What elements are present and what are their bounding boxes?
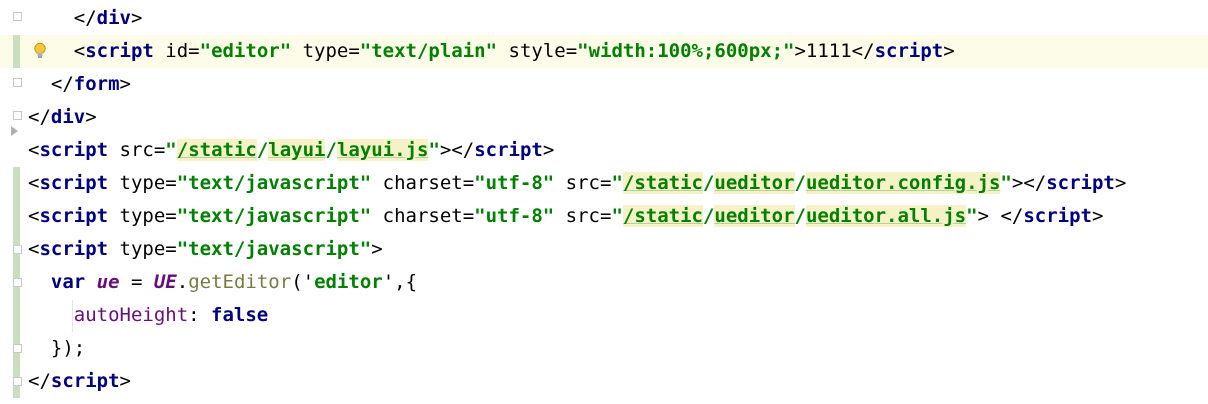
code-line-4[interactable]: </div> (0, 101, 1208, 134)
code-line-4-text: </div> (28, 106, 97, 128)
code-editor[interactable]: </div> <script id="editor" type="text/pl… (0, 0, 1208, 404)
code-line-7-text: <script type="text/javascript" charset="… (28, 205, 1104, 227)
fold-marker-icon[interactable] (13, 278, 22, 287)
code-line-10[interactable]: autoHeight: false (0, 299, 1208, 332)
code-line-9-text: var ue = UE.getEditor('editor',{ (50, 271, 418, 293)
code-line-1[interactable]: </div> (0, 2, 1208, 35)
fold-marker-icon[interactable] (13, 78, 22, 87)
code-line-2-current[interactable]: <script id="editor" type="text/plain" st… (0, 35, 1208, 68)
code-line-1-text: </div> (73, 7, 143, 29)
editor-gutter (0, 0, 24, 404)
code-line-8[interactable]: <script type="text/javascript"> (0, 233, 1208, 266)
indent-guide (72, 300, 73, 332)
fold-marker-icon[interactable] (13, 111, 22, 120)
change-marker (13, 233, 20, 398)
fold-marker-icon[interactable] (13, 12, 22, 21)
code-line-5-text: <script src="/static/layui/layui.js"></s… (28, 139, 555, 161)
code-line-12-text: </script> (28, 370, 131, 392)
code-line-2-text: <script id="editor" type="text/plain" st… (73, 40, 955, 62)
code-line-3-text: </form> (50, 73, 131, 95)
fold-marker-icon[interactable] (13, 245, 22, 254)
code-line-5[interactable]: <script src="/static/layui/layui.js"></s… (0, 134, 1208, 167)
fold-arrow-icon[interactable] (11, 126, 18, 136)
code-line-6-text: <script type="text/javascript" charset="… (28, 172, 1127, 194)
code-line-8-text: <script type="text/javascript"> (28, 238, 383, 260)
code-line-12[interactable]: </script> (0, 365, 1208, 398)
change-marker (13, 35, 20, 68)
code-line-11-text: }); (50, 337, 86, 359)
change-marker (13, 167, 20, 233)
fold-marker-icon[interactable] (13, 344, 22, 353)
code-line-3[interactable]: </form> (0, 68, 1208, 101)
code-line-6[interactable]: <script type="text/javascript" charset="… (0, 167, 1208, 200)
fold-marker-icon[interactable] (13, 377, 22, 386)
code-line-9[interactable]: var ue = UE.getEditor('editor',{ (0, 266, 1208, 299)
code-line-10-text: autoHeight: false (73, 304, 269, 326)
code-line-11[interactable]: }); (0, 332, 1208, 365)
code-line-7[interactable]: <script type="text/javascript" charset="… (0, 200, 1208, 233)
